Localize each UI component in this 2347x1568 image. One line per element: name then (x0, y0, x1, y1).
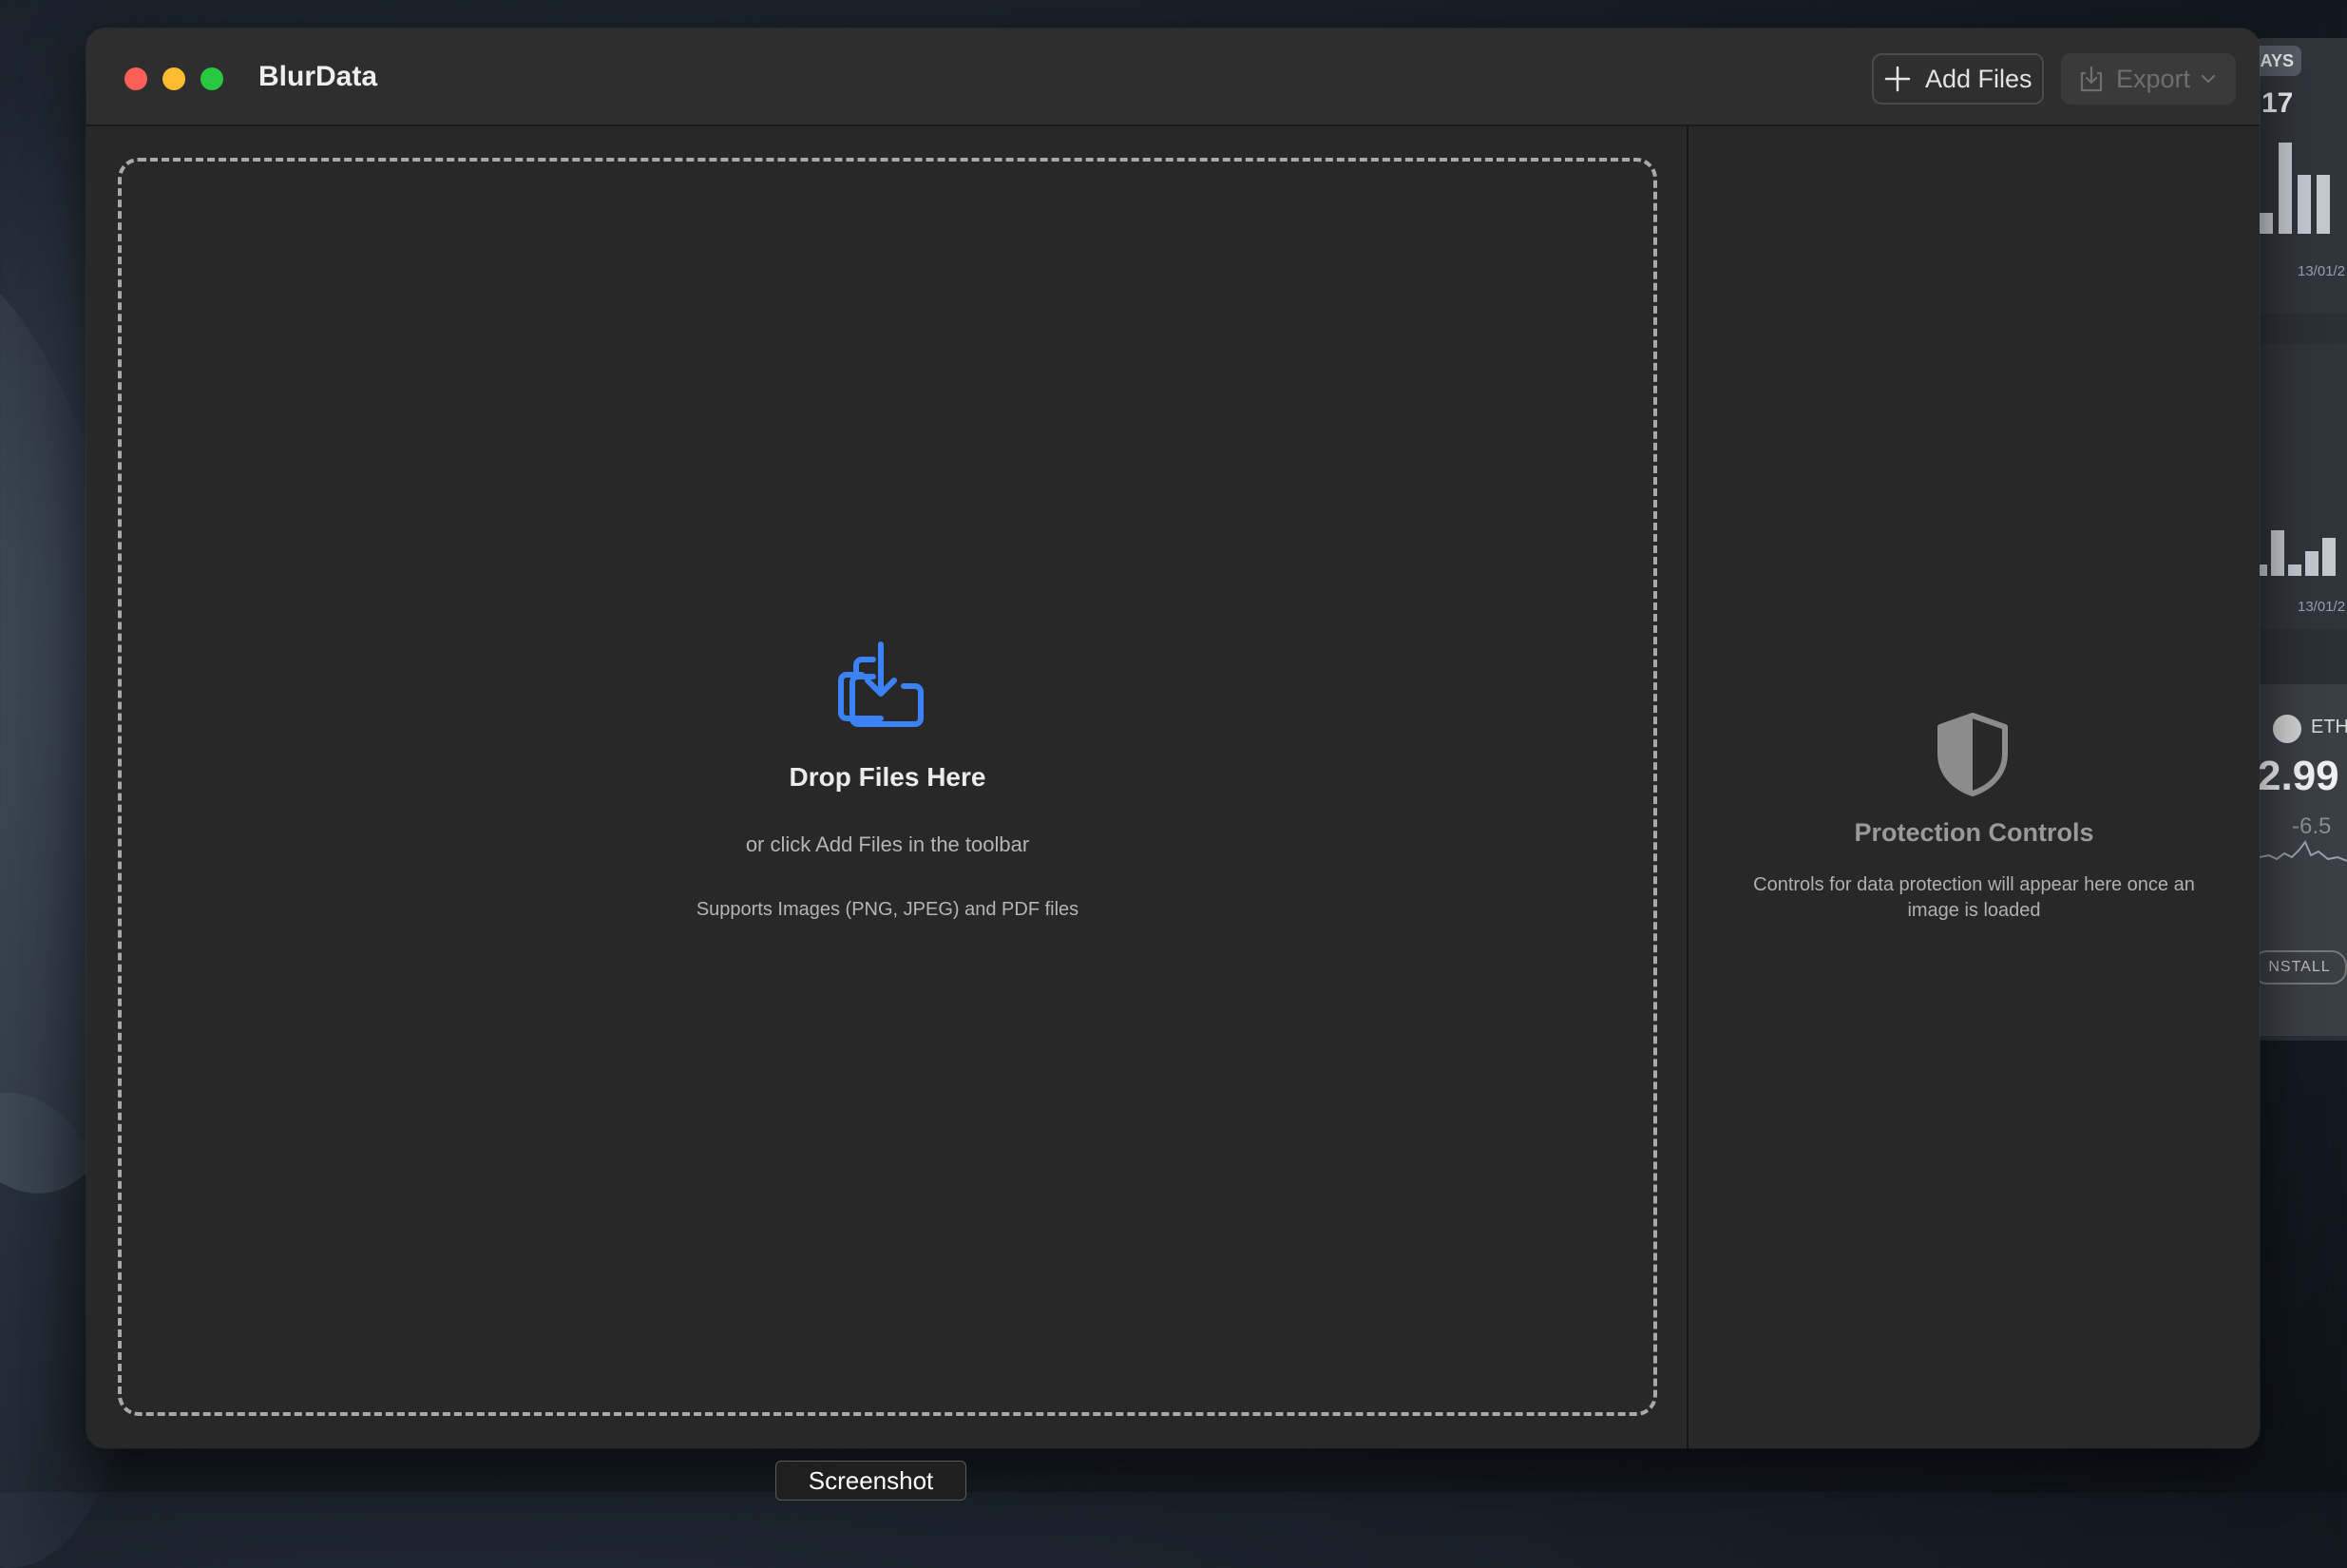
background-coin-label: ETH (2311, 717, 2347, 737)
drop-zone-title: Drop Files Here (789, 762, 986, 792)
chevron-down-icon (2201, 74, 2216, 84)
background-bar (2271, 530, 2284, 576)
zoom-window-button[interactable] (200, 67, 223, 90)
export-button[interactable]: Export (2061, 53, 2236, 105)
export-icon (2080, 66, 2103, 92)
protection-panel-title: Protection Controls (1854, 818, 2094, 847)
close-window-button[interactable] (124, 67, 147, 90)
screenshot-tooltip: Screenshot (775, 1461, 966, 1501)
minimize-window-button[interactable] (162, 67, 185, 90)
background-count: 17 (2261, 87, 2294, 119)
background-bar-chart (2260, 143, 2345, 234)
app-window: BlurData Add Files Export Drop Files Her… (86, 29, 2260, 1448)
import-files-icon (838, 641, 924, 727)
background-bar (2298, 175, 2311, 234)
supported-formats-text: Supports Images (PNG, JPEG) and PDF file… (696, 899, 1079, 920)
protection-panel: Protection Controls Controls for data pr… (1689, 126, 2260, 1448)
background-price: 2.99 (2258, 753, 2339, 799)
eth-coin-icon (2273, 715, 2301, 743)
export-label: Export (2116, 64, 2191, 93)
background-bar (2288, 564, 2301, 576)
add-files-label: Add Files (1925, 64, 2032, 93)
protection-panel-description: Controls for data protection will appear… (1753, 874, 2195, 921)
background-card (2252, 344, 2347, 629)
add-files-button[interactable]: Add Files (1872, 53, 2044, 105)
background-date: 13/01/2 (2298, 263, 2346, 279)
app-title: BlurData (258, 61, 378, 92)
plus-icon (1884, 66, 1911, 92)
shield-icon (1937, 713, 2008, 796)
background-bar (2322, 538, 2336, 576)
background-date: 13/01/2 (2298, 599, 2346, 615)
background-install-button: NSTALL (2252, 950, 2347, 985)
background-bar (2305, 551, 2318, 576)
drop-zone-subtitle: or click Add Files in the toolbar (745, 832, 1030, 856)
background-bar (2260, 564, 2267, 576)
background-bar (2260, 213, 2273, 234)
drop-zone-content: Drop Files Here or click Add Files in th… (118, 637, 1657, 921)
title-bar: BlurData Add Files Export (86, 29, 2260, 126)
background-bar-chart (2260, 528, 2345, 576)
background-sparkline (2260, 840, 2347, 862)
background-bar (2317, 175, 2330, 234)
background-bar (2279, 143, 2292, 234)
